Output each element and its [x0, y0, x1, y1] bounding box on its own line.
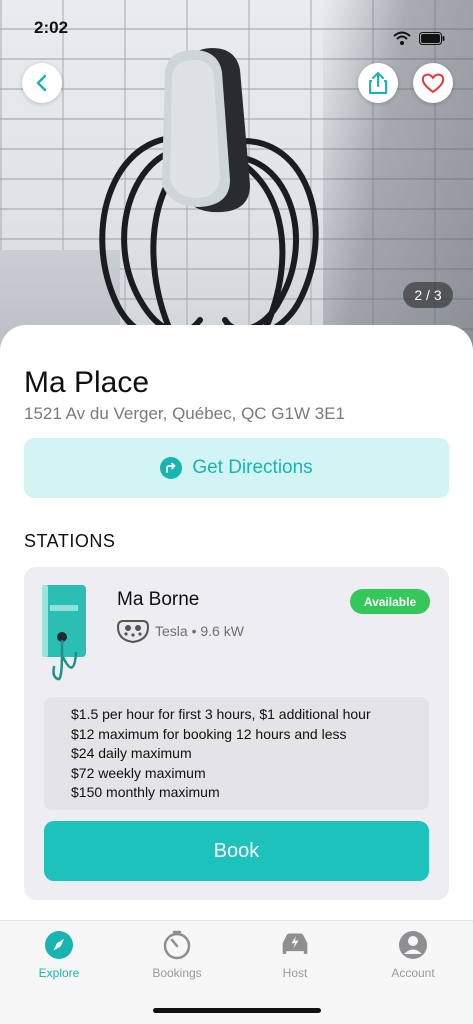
status-badge: Available — [350, 589, 430, 614]
status-time: 2:02 — [34, 18, 69, 37]
home-indicator — [153, 1008, 321, 1013]
charger-illustration — [42, 585, 86, 681]
chevron-left-icon — [36, 74, 47, 92]
connector-label: Tesla • 9.6 kW — [155, 623, 244, 639]
pricing-line: $72 weekly maximum — [71, 764, 206, 781]
timer-icon — [163, 930, 191, 960]
share-button[interactable] — [358, 63, 398, 103]
tesla-connector-icon — [117, 620, 149, 644]
connector-info: Tesla • 9.6 kW — [117, 618, 244, 644]
tab-host[interactable]: Host — [245, 930, 345, 980]
heart-icon — [421, 73, 445, 93]
account-icon — [399, 931, 427, 959]
pricing-line: $24 daily maximum — [71, 745, 192, 761]
place-address: 1521 Av du Verger, Québec, QC G1W 3E1 — [24, 404, 345, 423]
directions-icon — [160, 457, 183, 479]
tab-account-label: Account — [391, 966, 435, 980]
tab-bookings[interactable]: Bookings — [127, 930, 227, 980]
tab-explore[interactable]: Explore — [9, 930, 109, 980]
share-icon — [369, 72, 387, 94]
tab-account[interactable]: Account — [363, 930, 463, 980]
wifi-icon — [393, 31, 411, 45]
back-button[interactable] — [22, 63, 62, 103]
status-bar: 2:02 — [0, 0, 473, 58]
book-button[interactable]: Book — [44, 821, 429, 881]
tab-host-label: Host — [282, 966, 308, 980]
place-title: Ma Place — [24, 366, 150, 399]
battery-icon — [419, 31, 445, 45]
station-photo[interactable]: 2:02 2 / 3 — [0, 0, 473, 360]
compass-icon — [45, 931, 73, 959]
station-name: Ma Borne — [117, 589, 200, 610]
tab-explore-label: Explore — [38, 966, 80, 980]
stations-heading: STATIONS — [24, 531, 116, 551]
get-directions-label: Get Directions — [192, 457, 313, 478]
pricing-line: $150 monthly maximum — [71, 784, 220, 800]
photo-counter: 2 / 3 — [403, 282, 453, 308]
get-directions-button[interactable]: Get Directions — [24, 438, 449, 498]
pricing-line: $1.5 per hour for first 3 hours, $1 addi… — [71, 706, 371, 722]
pricing-list: $1.5 per hour for first 3 hours, $1 addi… — [44, 697, 429, 810]
tab-bookings-label: Bookings — [152, 966, 202, 980]
pricing-line: $12 maximum for booking 12 hours and les… — [71, 725, 347, 742]
ev-car-icon — [282, 933, 308, 954]
favorite-button[interactable] — [413, 63, 453, 103]
